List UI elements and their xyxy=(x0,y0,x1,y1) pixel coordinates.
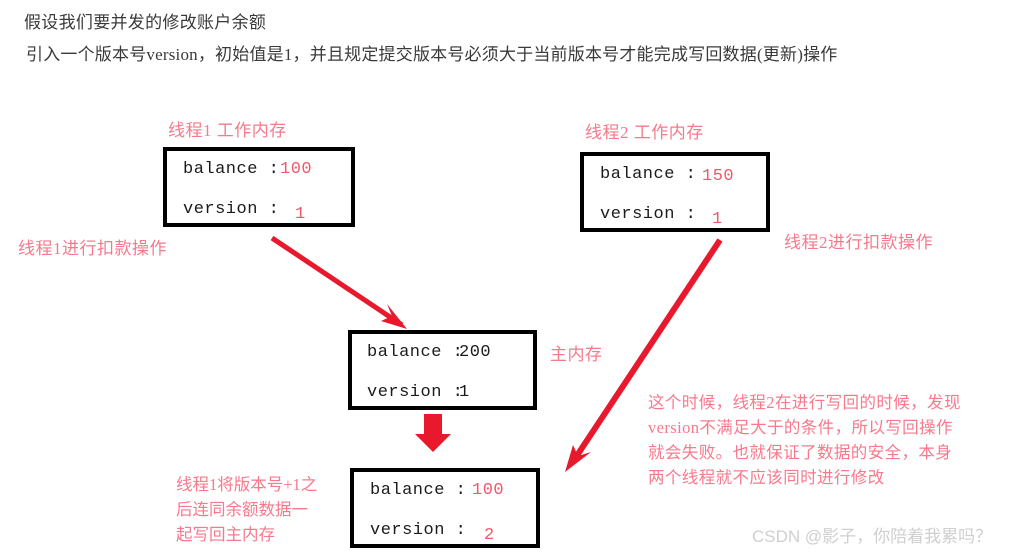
thread2-balance-value: 150 xyxy=(702,167,735,186)
writeback-note-line-3: 起写回主内存 xyxy=(176,525,275,544)
thread2-action-label: 线程2进行扣款操作 xyxy=(784,233,933,252)
main-memory-label: 主内存 xyxy=(550,345,603,364)
main-balance-key: balance : xyxy=(367,343,464,362)
main-version-key: version : xyxy=(367,383,464,402)
thread1-version-value: 1 xyxy=(295,205,306,224)
failure-note-line-4: 两个线程就不应该同时进行修改 xyxy=(648,468,885,487)
thread1-version-key: version : xyxy=(183,200,280,219)
thread1-memory-label: 线程1 工作内存 xyxy=(168,121,287,140)
thread1-memory-box: balance : 100 version : 1 xyxy=(163,147,355,227)
thread1-balance-value: 100 xyxy=(280,160,313,179)
writeback-version-value: 2 xyxy=(484,526,495,545)
thread1-action-label: 线程1进行扣款操作 xyxy=(18,239,167,258)
thread1-balance-key: balance : xyxy=(183,160,280,179)
header-line-2: 引入一个版本号version，初始值是1，并且规定提交版本号必须大于当前版本号才… xyxy=(26,45,838,64)
failure-note-line-1: 这个时候，线程2在进行写回的时候，发现 xyxy=(648,393,961,412)
main-memory-box: balance : 200 version : 1 xyxy=(348,330,537,410)
writeback-note-line-1: 线程1将版本号+1之 xyxy=(176,475,318,494)
failure-note: 这个时候，线程2在进行写回的时候，发现 version不满足大于的条件，所以写回… xyxy=(648,390,1020,490)
diagram-canvas: 假设我们要并发的修改账户余额 引入一个版本号version，初始值是1，并且规定… xyxy=(0,0,1030,552)
arrow-thread1-to-main xyxy=(270,235,407,329)
writeback-balance-key: balance : xyxy=(370,481,467,500)
failure-note-line-2: version不满足大于的条件，所以写回操作 xyxy=(648,418,953,437)
thread2-memory-box: balance : 150 version : 1 xyxy=(580,152,770,232)
writeback-memory-box: balance : 100 version : 2 xyxy=(350,468,540,548)
writeback-version-key: version : xyxy=(370,521,467,540)
thread2-memory-label: 线程2 工作内存 xyxy=(585,123,704,142)
main-balance-value: 200 xyxy=(459,343,492,362)
watermark: CSDN @影子，你陪着我累吗？ xyxy=(752,527,993,546)
thread2-version-value: 1 xyxy=(712,210,723,229)
arrow-main-to-writeback-down xyxy=(415,414,451,452)
failure-note-line-3: 就会失败。也就保证了数据的安全，本身 xyxy=(648,443,953,462)
thread2-version-key: version : xyxy=(600,205,697,224)
writeback-note: 线程1将版本号+1之 后连同余额数据一 起写回主内存 xyxy=(176,472,352,547)
writeback-note-line-2: 后连同余额数据一 xyxy=(176,500,308,519)
main-version-value: 1 xyxy=(459,383,470,402)
writeback-balance-value: 100 xyxy=(472,481,505,500)
header-line-1: 假设我们要并发的修改账户余额 xyxy=(24,13,267,32)
thread2-balance-key: balance : xyxy=(600,165,697,184)
